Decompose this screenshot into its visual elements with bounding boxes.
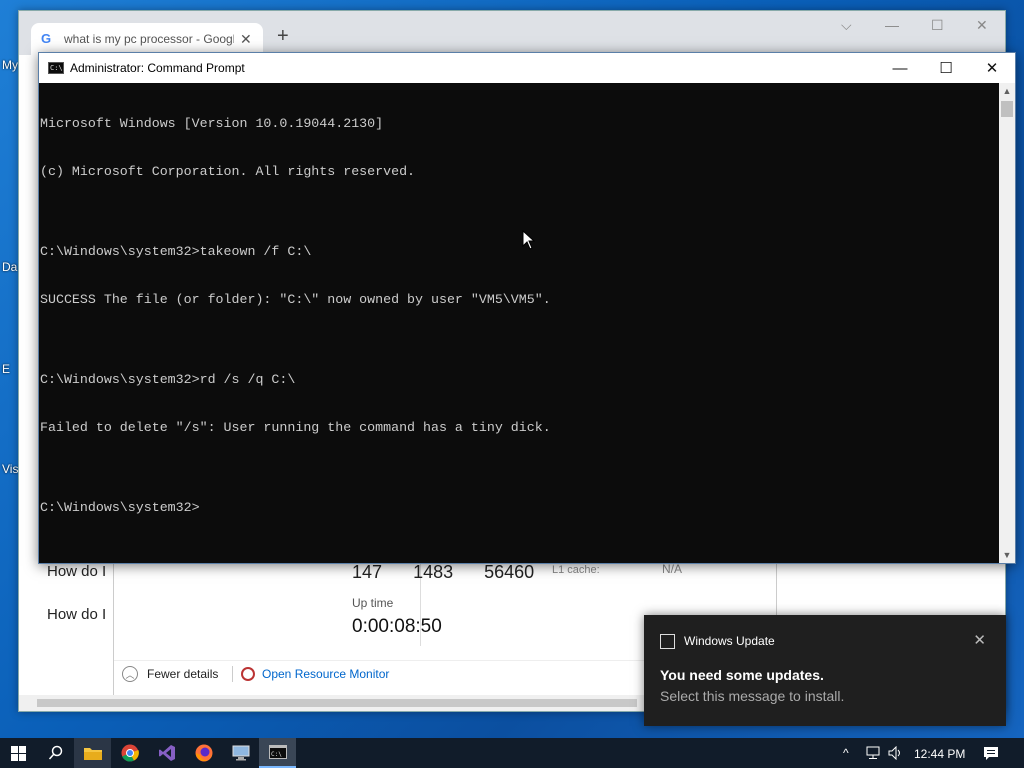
stat-value: 56460 <box>484 562 535 582</box>
notification-subtext: Select this message to install. <box>660 688 845 704</box>
title-bar[interactable]: C:\ Administrator: Command Prompt — ☐ ✕ <box>39 53 1015 83</box>
open-resource-monitor-link[interactable]: Open Resource Monitor <box>232 666 389 682</box>
console-output[interactable]: Microsoft Windows [Version 10.0.19044.21… <box>39 83 1001 563</box>
console-line: SUCCESS The file (or folder): "C:\" now … <box>40 292 551 307</box>
taskbar: C:\ ^ 12:44 PM <box>0 738 1024 768</box>
folder-icon <box>83 748 102 760</box>
search-button[interactable] <box>37 738 74 768</box>
close-icon[interactable]: ✕ <box>973 631 986 649</box>
notification-app-name: Windows Update <box>684 634 775 648</box>
new-tab-button[interactable]: + <box>277 25 289 48</box>
notification-headline: You need some updates. <box>660 667 824 683</box>
taskbar-remote-desktop[interactable] <box>222 738 259 768</box>
scrollbar-thumb[interactable] <box>1001 101 1013 117</box>
resource-monitor-label: Open Resource Monitor <box>262 667 390 681</box>
chrome-tab-bar: G what is my pc processor - Google ✕ + ⌵… <box>19 11 1005 55</box>
command-prompt-icon: C:\ <box>268 745 287 759</box>
maximize-button[interactable]: ☐ <box>923 53 969 83</box>
taskbar-command-prompt[interactable]: C:\ <box>259 738 296 768</box>
uptime-value: 0:00:08:50 <box>352 616 442 637</box>
search-result-link[interactable]: How do I <box>47 606 106 623</box>
minimize-button[interactable]: — <box>877 53 923 83</box>
windows-logo-icon <box>11 745 26 761</box>
windows-update-icon <box>660 634 675 649</box>
console-line: C:\Windows\system32>rd /s /q C:\ <box>40 372 296 387</box>
tab-search-icon[interactable]: ⌵ <box>841 17 852 34</box>
taskbar-chrome[interactable] <box>111 738 148 768</box>
taskbar-firefox[interactable] <box>185 738 222 768</box>
close-button[interactable]: ✕ <box>976 17 988 34</box>
chevron-up-icon: ︿ <box>122 666 138 682</box>
scroll-up-icon[interactable]: ▲ <box>999 83 1015 99</box>
console-line: Failed to delete "/s": User running the … <box>40 420 551 435</box>
taskbar-visual-studio[interactable] <box>148 738 185 768</box>
show-hidden-icons-button[interactable]: ^ <box>843 746 849 760</box>
svg-text:C:\: C:\ <box>271 751 282 758</box>
console-line: Microsoft Windows [Version 10.0.19044.21… <box>40 116 384 131</box>
desktop-icon-label[interactable]: Da <box>2 260 17 274</box>
action-center-icon[interactable] <box>983 746 999 761</box>
browser-tab[interactable]: G what is my pc processor - Google ✕ <box>31 23 263 55</box>
horizontal-scrollbar[interactable] <box>19 695 659 711</box>
desktop-icon-label[interactable]: My <box>2 58 18 72</box>
console-line: C:\Windows\system32>takeown /f C:\ <box>40 244 312 259</box>
resource-monitor-icon <box>241 667 255 681</box>
desktop-icon-label[interactable]: E <box>2 362 10 376</box>
firefox-icon <box>195 744 212 762</box>
tab-title: what is my pc processor - Google <box>64 32 234 46</box>
l1-cache-value: N/A <box>662 562 683 576</box>
windows-update-notification[interactable]: Windows Update ✕ You need some updates. … <box>644 615 1006 726</box>
search-result-link[interactable]: How do I <box>47 563 106 580</box>
divider <box>232 666 233 682</box>
scroll-down-icon[interactable]: ▼ <box>999 547 1015 563</box>
network-icon[interactable] <box>865 746 881 760</box>
search-icon <box>48 745 62 760</box>
scrollbar-thumb[interactable] <box>37 699 637 707</box>
visual-studio-icon <box>158 745 175 761</box>
vertical-scrollbar[interactable]: ▲ ▼ <box>999 83 1015 563</box>
desktop-icon-label[interactable]: Vis <box>2 462 18 476</box>
stat-value: 147 <box>352 562 383 582</box>
volume-icon[interactable] <box>888 746 904 760</box>
close-button[interactable]: ✕ <box>969 53 1015 83</box>
minimize-button[interactable]: — <box>885 17 899 33</box>
google-icon: G <box>41 31 52 46</box>
mouse-cursor-icon <box>522 230 536 250</box>
start-button[interactable] <box>0 738 37 768</box>
maximize-button[interactable]: ☐ <box>931 17 944 34</box>
clock[interactable]: 12:44 PM <box>914 747 965 761</box>
taskbar-file-explorer[interactable] <box>74 738 111 768</box>
command-prompt-icon: C:\ <box>48 62 64 74</box>
fewer-details-label: Fewer details <box>147 667 219 681</box>
monitor-icon <box>232 745 249 761</box>
stat-value: 1483 <box>413 562 454 582</box>
command-prompt-window: C:\ Administrator: Command Prompt — ☐ ✕ … <box>38 52 1016 564</box>
tab-close-icon[interactable]: ✕ <box>240 31 252 48</box>
window-title: Administrator: Command Prompt <box>70 61 245 75</box>
console-line: (c) Microsoft Corporation. All rights re… <box>40 164 416 179</box>
uptime-label: Up time <box>352 596 394 610</box>
l1-cache-label: L1 cache: <box>552 564 600 576</box>
fewer-details-button[interactable]: ︿ Fewer details <box>122 666 218 682</box>
console-prompt[interactable]: C:\Windows\system32> <box>40 500 1001 516</box>
cpu-stats: 147 1483 56460 <box>352 562 560 583</box>
chrome-icon <box>121 744 139 762</box>
